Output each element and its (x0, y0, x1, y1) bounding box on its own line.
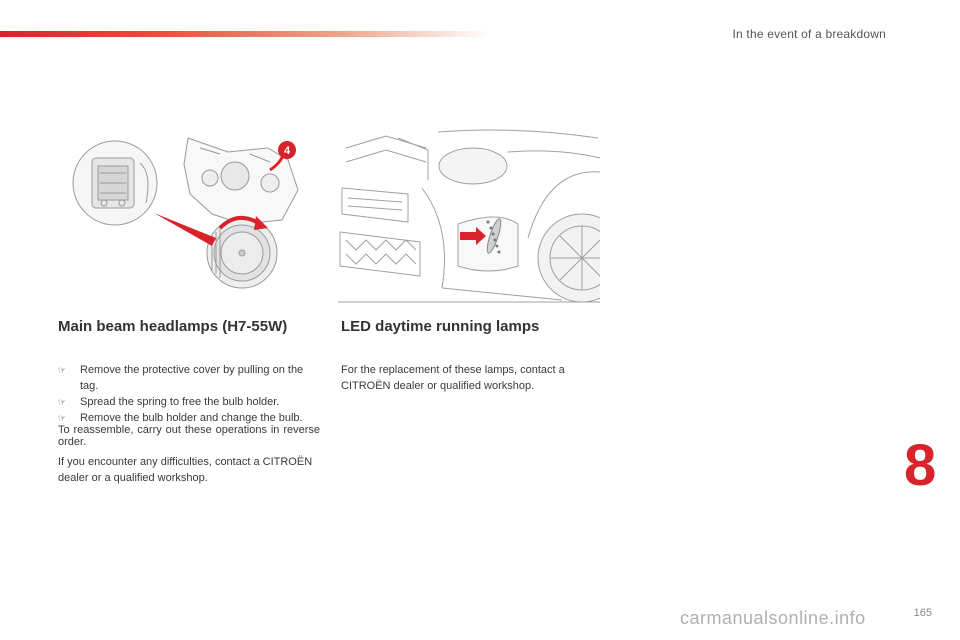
list-item: ☞ Remove the bulb holder and change the b… (58, 412, 303, 424)
page-number: 165 (913, 607, 932, 619)
front-bumper-led-illustration (338, 128, 600, 306)
watermark: carmanualsonline.info (680, 608, 866, 628)
callout-number: 4 (284, 145, 291, 157)
difficulties-note: If you encounter any difficulties, conta… (58, 456, 313, 484)
list-item: ☞ Spread the spring to free the bulb hold… (58, 396, 280, 408)
main-beam-instructions: ☞ Remove the protective cover by pulling … (58, 362, 320, 486)
section-title-led: LED daytime running lamps (341, 318, 540, 335)
header-accent-bar (0, 31, 490, 37)
headlamp-bulb-illustration: 4 (72, 137, 299, 289)
led-instructions: For the replacement of these lamps, cont… (341, 362, 603, 394)
chapter-number: 8 (904, 433, 937, 498)
pointing-hand-icon: ☞ (58, 365, 67, 375)
pointing-hand-icon: ☞ (58, 413, 67, 423)
section-title-main-beam: Main beam headlamps (H7-55W) (58, 318, 288, 335)
step-list: ☞ Remove the protective cover by pulling … (58, 362, 320, 426)
list-item: ☞ Remove the protective cover by pulling … (58, 364, 304, 392)
chapter-title: In the event of a breakdown (732, 27, 886, 41)
reassemble-note: To reassemble, carry out these operation… (58, 424, 320, 448)
led-replacement-note: For the replacement of these lamps, cont… (341, 364, 565, 392)
pointing-hand-icon: ☞ (58, 397, 67, 407)
